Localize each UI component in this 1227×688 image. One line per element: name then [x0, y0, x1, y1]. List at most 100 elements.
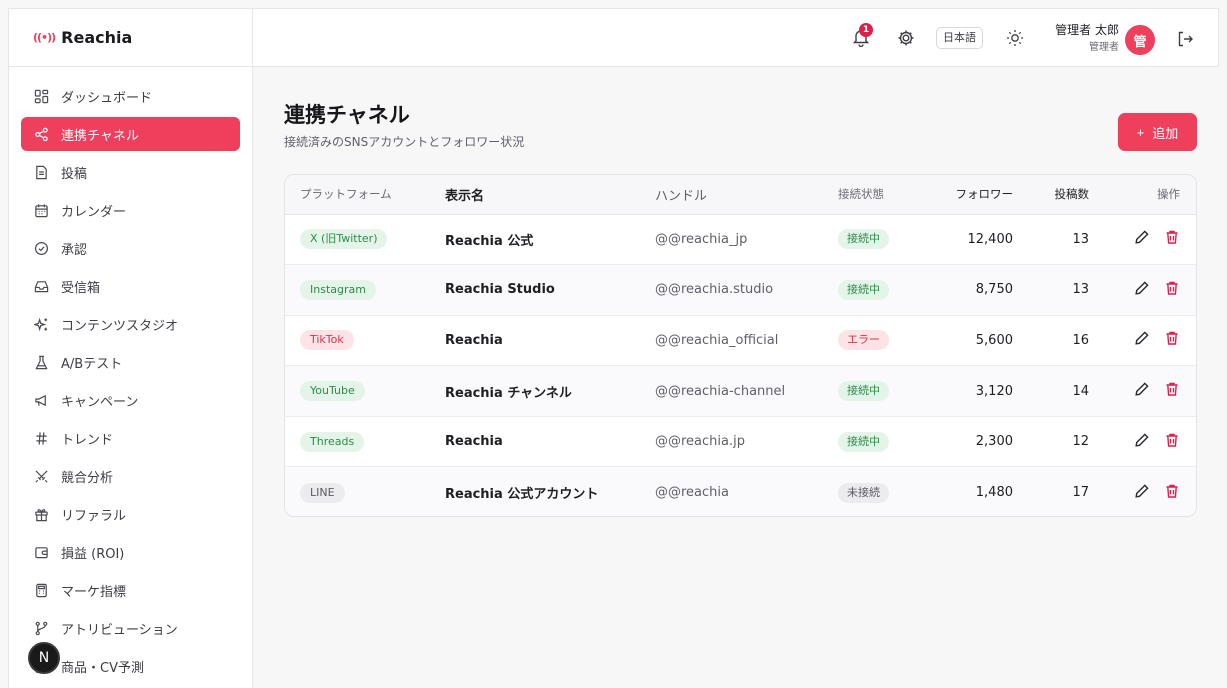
- sidebar-item-inbox[interactable]: 受信箱: [21, 269, 240, 303]
- column-header-actions: 操作: [1089, 175, 1196, 215]
- pencil-icon: [1134, 330, 1150, 346]
- cell-posts: 14: [1072, 383, 1089, 399]
- theme-toggle[interactable]: [1005, 28, 1025, 48]
- sidebar-item-label: 承認: [61, 242, 88, 258]
- status-badge: 接続中: [838, 381, 889, 402]
- sidebar-item-label: リファラル: [61, 508, 127, 524]
- dev-tools-badge[interactable]: N: [28, 642, 60, 674]
- sidebar-item-referral[interactable]: リファラル: [21, 497, 240, 531]
- sidebar-item-channels[interactable]: 連携チャネル: [21, 117, 240, 151]
- status-badge: 接続中: [838, 279, 889, 300]
- platform-badge: X (旧Twitter): [300, 229, 388, 250]
- cell-platform: LINE: [285, 467, 445, 516]
- column-header-followers: フォロワー: [933, 175, 1013, 215]
- cell-display-name: Reachia: [445, 332, 503, 348]
- table-row[interactable]: Instagram Reachia Studio @@reachia.studio 接…: [285, 264, 1196, 316]
- delete-button[interactable]: [1164, 229, 1180, 245]
- broadcast-icon: ((•)): [33, 31, 56, 44]
- trash-icon: [1164, 483, 1180, 499]
- cell-platform: YouTube: [285, 366, 445, 417]
- sidebar-item-campaign[interactable]: キャンペーン: [21, 383, 240, 417]
- sidebar-item-content-studio[interactable]: コンテンツスタジオ: [21, 307, 240, 341]
- table-row[interactable]: X (旧Twitter) Reachia 公式 @@reachia_jp 接続中 12,…: [285, 214, 1196, 265]
- cell-actions: [1089, 265, 1196, 316]
- notification-count-badge: 1: [859, 23, 873, 37]
- delete-button[interactable]: [1164, 330, 1180, 346]
- edit-button[interactable]: [1134, 432, 1150, 448]
- table-row[interactable]: TikTok Reachia @@reachia_official エラー 5,600 1…: [285, 315, 1196, 366]
- column-header-platform: プラットフォーム: [285, 175, 445, 215]
- cell-followers: 12,400: [967, 231, 1014, 247]
- sidebar-item-ab-test[interactable]: A/Bテスト: [21, 345, 240, 379]
- plus-icon: +: [1136, 124, 1145, 140]
- sidebar-item-calendar[interactable]: カレンダー: [21, 193, 240, 227]
- edit-button[interactable]: [1134, 330, 1150, 346]
- notification-button[interactable]: 1: [851, 23, 875, 51]
- trash-icon: [1164, 381, 1180, 397]
- cell-followers: 2,300: [975, 434, 1013, 450]
- sidebar-item-approval[interactable]: 承認: [21, 231, 240, 265]
- platform-badge: YouTube: [300, 381, 365, 402]
- cell-handle: @@reachia.jp: [655, 434, 745, 450]
- status-badge: 接続中: [838, 431, 889, 452]
- cell-actions: [1089, 315, 1196, 366]
- pencil-icon: [1134, 483, 1150, 499]
- user-name: 管理者 太郎: [1055, 23, 1119, 37]
- platform-badge: LINE: [300, 482, 345, 503]
- delete-button[interactable]: [1164, 483, 1180, 499]
- sidebar-item-marketing-metrics[interactable]: マーケ指標: [21, 573, 240, 607]
- flask-icon: [33, 354, 49, 370]
- cell-posts: 12: [1072, 434, 1089, 450]
- sidebar-item-dashboard[interactable]: ダッシュボード: [21, 79, 240, 113]
- cell-actions: [1089, 214, 1196, 265]
- cell-followers: 1,480: [975, 485, 1013, 501]
- cell-status: エラー: [838, 315, 933, 366]
- sidebar-item-label: 投稿: [61, 166, 88, 182]
- edit-button[interactable]: [1134, 229, 1150, 245]
- table-row[interactable]: LINE Reachia 公式アカウント @@reachia 未接続 1,480 17: [285, 466, 1196, 516]
- logout-button[interactable]: [1175, 29, 1195, 49]
- cell-handle: @@reachia.studio: [655, 282, 774, 298]
- cell-status: 接続中: [838, 265, 933, 316]
- branch-icon: [33, 620, 49, 636]
- channels-table-card: プラットフォーム 表示名 ハンドル 接続状態 フォロワー 投稿数 操作 X (旧…: [284, 174, 1197, 517]
- pencil-icon: [1134, 280, 1150, 296]
- user-info: 管理者 太郎 管理者: [1039, 21, 1119, 53]
- avatar[interactable]: 管: [1125, 25, 1155, 55]
- sidebar-item-trends[interactable]: トレンド: [21, 421, 240, 455]
- main-content: 連携チャネル 接続済みのSNSアカウントとフォロワー状況 + 追加 プラットフォ…: [253, 67, 1227, 688]
- hash-icon: [33, 430, 49, 446]
- delete-button[interactable]: [1164, 432, 1180, 448]
- sidebar-item-roi[interactable]: 損益 (ROI): [21, 535, 240, 569]
- add-channel-button[interactable]: + 追加: [1118, 113, 1197, 151]
- settings-button[interactable]: [896, 28, 916, 48]
- sidebar-item-competitor[interactable]: 競合分析: [21, 459, 240, 493]
- sidebar-item-label: キャンペーン: [61, 394, 139, 410]
- table-row[interactable]: YouTube Reachia チャンネル @@reachia-channel 接続中…: [285, 365, 1196, 417]
- sidebar-item-label: コンテンツスタジオ: [61, 318, 179, 334]
- sidebar: ((•)) Reachia ダッシュボード 連携チャネル 投稿 カレンダー 承認…: [8, 8, 253, 688]
- sidebar-item-posts[interactable]: 投稿: [21, 155, 240, 189]
- edit-button[interactable]: [1134, 483, 1150, 499]
- wallet-icon: [33, 544, 49, 560]
- trash-icon: [1164, 330, 1180, 346]
- cell-handle: @@reachia: [655, 485, 729, 501]
- cell-display-name: Reachia Studio: [445, 282, 555, 298]
- status-badge: 未接続: [838, 482, 889, 503]
- brand[interactable]: ((•)) Reachia: [9, 9, 252, 67]
- sidebar-item-attribution[interactable]: アトリビューション: [21, 611, 240, 645]
- sidebar-item-label: 受信箱: [61, 280, 101, 296]
- delete-button[interactable]: [1164, 280, 1180, 296]
- edit-button[interactable]: [1134, 280, 1150, 296]
- cell-actions: [1089, 416, 1196, 467]
- gear-icon: [896, 30, 916, 52]
- sidebar-item-label: 商品・CV予測: [61, 660, 144, 676]
- cell-platform: Instagram: [285, 265, 445, 316]
- delete-button[interactable]: [1164, 381, 1180, 397]
- language-switch[interactable]: 日本語: [936, 27, 983, 49]
- table-row[interactable]: Threads Reachia @@reachia.jp 接続中 2,300 12: [285, 416, 1196, 467]
- edit-button[interactable]: [1134, 381, 1150, 397]
- trash-icon: [1164, 280, 1180, 296]
- cell-status: 接続中: [838, 366, 933, 417]
- sidebar-item-label: アトリビューション: [61, 622, 178, 638]
